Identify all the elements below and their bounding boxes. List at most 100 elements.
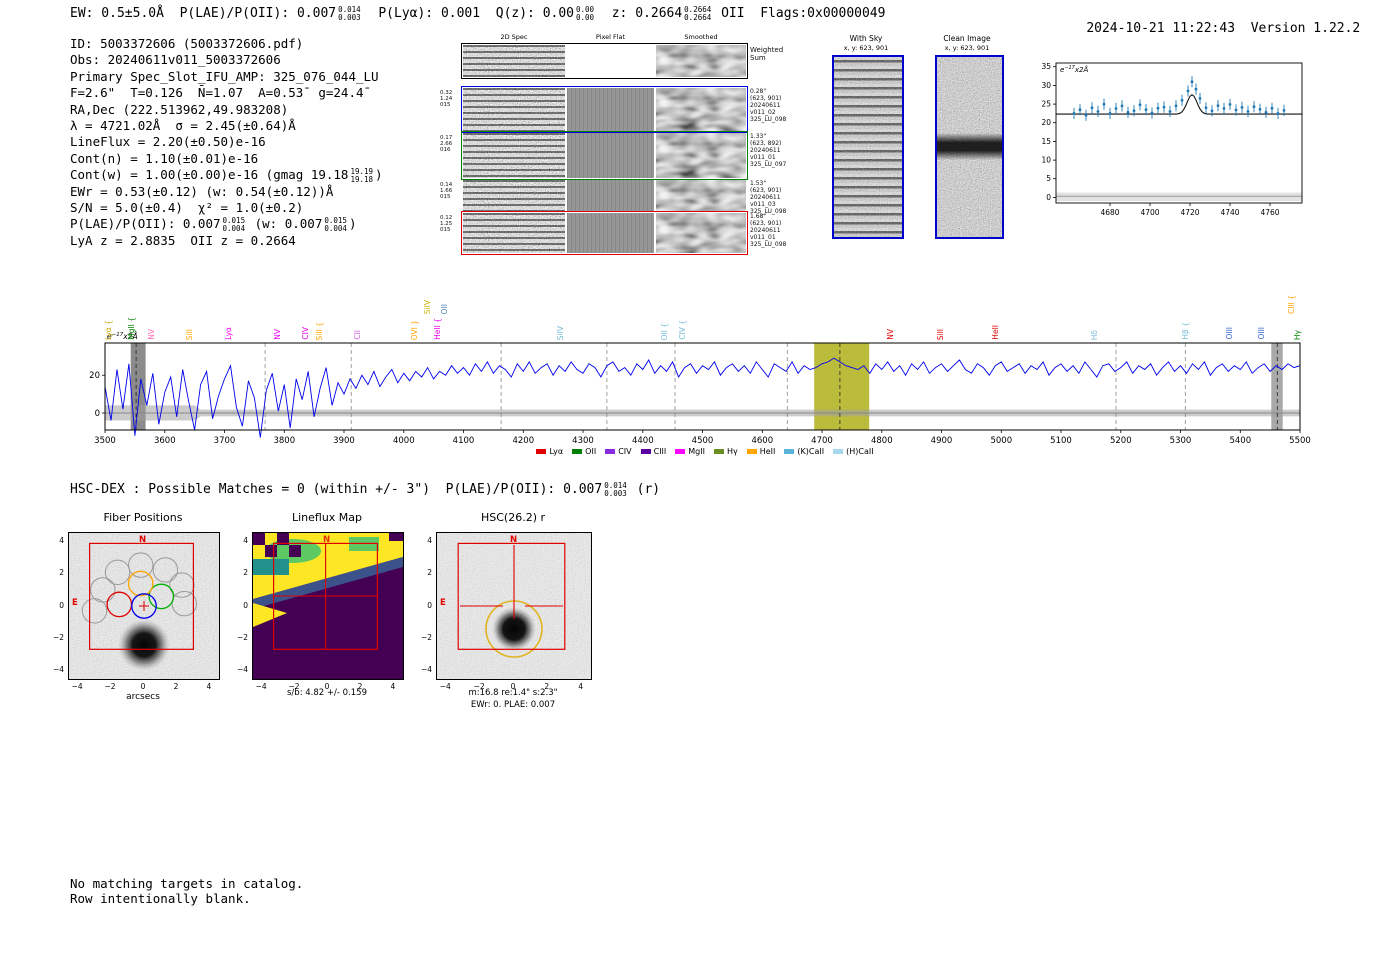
legend-swatch: [675, 449, 686, 454]
y-tick-label: 2: [243, 568, 248, 578]
svg-text:20: 20: [89, 371, 100, 381]
lineflux-map-graphics: [253, 533, 403, 679]
emission-line-label: HeII {: [432, 318, 442, 340]
svg-text:5500: 5500: [1289, 436, 1311, 446]
spectrum-legend: Lyα OII CIV CIII MgII Hγ HeII (K)CaII (H)CaII: [450, 447, 960, 456]
legend-label: MgII: [688, 447, 705, 456]
text-segment: S/N = 5.0(±0.4) χ² = 1.0(±0.2): [70, 199, 304, 215]
legend-label: Hγ: [726, 447, 738, 456]
legend-label: (H)CaII: [846, 447, 874, 456]
emission-line-label: SiII {: [314, 321, 324, 340]
svg-text:30: 30: [1041, 81, 1051, 90]
info-line: λ = 4721.02Å σ = 2.45(±0.64)Å: [70, 118, 383, 134]
text-segment: (w: 0.007: [247, 216, 323, 232]
elixer-detection-report: EW: 0.5±5.0Å P(LAE)/P(OII): 0.007 0.014 0.…: [0, 0, 1400, 953]
emission-line-label: SiIV: [556, 325, 565, 340]
svg-text:5100: 5100: [1050, 436, 1072, 446]
fiber-weight-value: 015: [440, 194, 451, 201]
svg-text:5: 5: [1046, 174, 1051, 183]
lineflux-map-plot: N: [252, 532, 404, 680]
legend-swatch: [572, 449, 583, 454]
summary-header: EW: 0.5±5.0Å P(LAE)/P(OII): 0.007 0.014 0.…: [70, 6, 885, 21]
emission-line-label: OIII: [1224, 327, 1234, 340]
svg-text:3500: 3500: [94, 436, 116, 446]
x-tick-label: 2: [173, 682, 179, 691]
info-line: F=2.6" T=0.126 N̄=1.07 A=0.53̄ g=24.4̄: [70, 85, 383, 101]
fiber-xlabel: arcsecs: [126, 692, 160, 702]
svg-text:25: 25: [1041, 100, 1051, 109]
svg-text:5300: 5300: [1170, 436, 1192, 446]
svg-text:4700: 4700: [811, 436, 833, 446]
y-tick-label: 2: [427, 568, 432, 578]
fiber-circles-other: [81, 552, 198, 624]
text-segment: Cont(w) = 1.00(±0.00)e-16 (gmag 19.18: [70, 167, 349, 183]
legend-swatch: [746, 449, 757, 454]
svg-text:4600: 4600: [751, 436, 773, 446]
emission-line-label: Lyα {: [103, 319, 113, 340]
x-tick-label: −4: [255, 682, 267, 691]
y-tick-label: −2: [52, 632, 64, 642]
cutout-highlight-border: [461, 131, 748, 180]
legend-item: CIV: [605, 447, 632, 456]
east-label: E: [72, 598, 78, 608]
north-label: N: [323, 535, 331, 545]
emission-line-label: OVI }: [410, 319, 420, 340]
clean-image-coords: x, y: 623, 901: [944, 44, 990, 52]
legend-item: HeII: [746, 447, 776, 456]
svg-text:35: 35: [1041, 62, 1051, 71]
line-fit-chart: 0 5 10 15 20 25 30 35 4680 4700 4720 4740 4760 e−17x2…: [1041, 62, 1303, 217]
info-line: S/N = 5.0(±0.4) χ² = 1.0(±0.2): [70, 200, 383, 216]
text-segment: HSC-DEX : Possible Matches = 0 (within +…: [70, 482, 603, 497]
report-timestamp: 2024-10-21 11:22:43: [1086, 21, 1236, 36]
svg-text:20: 20: [1041, 118, 1051, 127]
text-segment: RA,Dec (222.513962,49.983208): [70, 101, 289, 117]
text-segment: ID: 5003372606 (5003372606.pdf): [70, 36, 304, 51]
legend-item: (H)CaII: [833, 447, 874, 456]
cutout-row: 0.14 1.66 015 1.53" (623, 901) 20240611 v011_0…: [440, 180, 800, 215]
legend-label: (K)CaII: [797, 447, 825, 456]
svg-text:0: 0: [1046, 193, 1051, 202]
text-segment: OII Flags:0x00000049: [713, 6, 886, 21]
x-tick-label: 4: [390, 682, 396, 691]
svg-text:4700: 4700: [1140, 208, 1159, 217]
hsc-title: HSC(26.2) r: [480, 511, 546, 524]
y-tick-label: 4: [243, 536, 248, 546]
svg-text:3700: 3700: [214, 436, 236, 446]
x-tick-label: 0: [324, 682, 330, 691]
legend-item: MgII: [675, 447, 705, 456]
emission-line-label: Hδ: [1089, 329, 1099, 340]
emission-line-label: Lyα: [224, 327, 234, 340]
legend-swatch: [605, 449, 616, 454]
stacked-fraction: 0.015 0.004: [324, 217, 347, 232]
cutout-highlight-border: [461, 43, 748, 79]
fraction-lower: 19.18: [350, 174, 374, 184]
emission-line-label: OII: [440, 303, 450, 314]
legend-label: CIV: [618, 447, 632, 456]
svg-text:4200: 4200: [512, 436, 534, 446]
full-spectrum-chart: 3500 3600 3700 3800 3900 4000 4100 4200 4300 4400…: [89, 332, 1311, 446]
emission-line-label: CIV {: [677, 320, 687, 340]
svg-text:4720: 4720: [1180, 208, 1199, 217]
y-tick-label: 4: [427, 536, 432, 546]
x-tick-label: −2: [104, 682, 116, 691]
cutout-row: 0.32 1.24 015 0.28" (623, 901) 20240611 v011_0…: [440, 86, 800, 133]
svg-text:4300: 4300: [572, 436, 594, 446]
emission-line-label: SiII: [184, 328, 194, 340]
annotation-line: Sum: [750, 54, 766, 62]
legend-label: HeII: [759, 447, 776, 456]
emission-line-label: SiII: [936, 328, 945, 340]
cutout-images: [461, 43, 748, 79]
info-line: LyA z = 2.8835 OII z = 0.2664: [70, 233, 383, 249]
info-line: Primary Spec_Slot_IFU_AMP: 325_076_044_L…: [70, 69, 383, 85]
with-sky-image: [832, 55, 904, 239]
annotation-line: 325_LU_097: [750, 160, 787, 168]
svg-text:4800: 4800: [871, 436, 893, 446]
noise-texture: [656, 180, 746, 211]
svg-text:4900: 4900: [931, 436, 953, 446]
emission-line-label: Hγ: [1293, 329, 1303, 340]
legend-swatch: [784, 449, 795, 454]
col-header-2dspec: 2D Spec: [500, 33, 528, 41]
svg-text:10: 10: [1041, 156, 1051, 165]
cutout-annotation: Weighted Sum: [750, 46, 800, 62]
text-segment: (r): [628, 482, 661, 497]
